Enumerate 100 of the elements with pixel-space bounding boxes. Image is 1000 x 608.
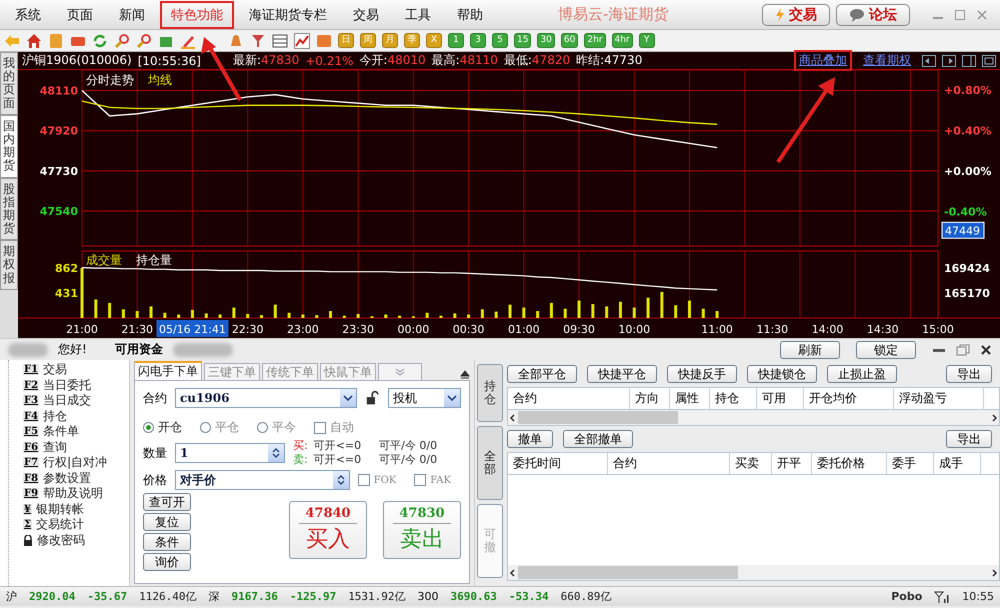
column-header: 买卖: [730, 453, 772, 474]
action-button[interactable]: 查可开: [143, 493, 191, 511]
quote-label: 今开:: [359, 53, 388, 67]
menu-item[interactable]: 交易: [342, 0, 390, 28]
forum-button[interactable]: 论坛: [836, 4, 910, 26]
action-button[interactable]: 复位: [143, 513, 191, 531]
spinner-arrows-icon[interactable]: [332, 471, 349, 489]
function-item[interactable]: 行权|自对冲: [43, 454, 108, 472]
signal-icon[interactable]: [934, 590, 950, 602]
radio-button[interactable]: [143, 422, 154, 433]
side-label: 卖:: [293, 453, 308, 467]
home-icon[interactable]: [26, 32, 42, 48]
function-item[interactable]: 修改密码: [37, 532, 85, 549]
zoom-in-icon[interactable]: [114, 32, 130, 48]
lock-icon[interactable]: [23, 534, 33, 546]
side-tab[interactable]: 国内期货: [0, 114, 18, 178]
menu-item[interactable]: 系统: [4, 0, 52, 28]
menu-item[interactable]: 特色功能: [160, 0, 234, 28]
table-icon[interactable]: [272, 32, 288, 48]
radio-button[interactable]: [257, 422, 268, 433]
menu-item[interactable]: 帮助: [446, 0, 494, 28]
checkbox[interactable]: [314, 422, 326, 434]
order-button[interactable]: 47830 卖出: [383, 501, 461, 559]
menu-item[interactable]: 海证期货专栏: [238, 0, 338, 28]
funnel-icon[interactable]: [250, 32, 266, 48]
position-action-button[interactable]: 快捷平仓: [587, 365, 657, 383]
function-item[interactable]: 交易: [43, 361, 68, 378]
function-item[interactable]: 当日成交: [43, 392, 92, 410]
position-action-button[interactable]: 快捷反手: [667, 365, 737, 383]
horizontal-scrollbar[interactable]: [508, 410, 999, 425]
side-tab[interactable]: 期权报: [0, 240, 18, 290]
action-button[interactable]: 询价: [143, 553, 191, 571]
function-item[interactable]: 当日委托: [43, 376, 92, 394]
menu-item[interactable]: 新闻: [108, 0, 156, 28]
order-tab[interactable]: 闪电手下单: [134, 361, 202, 380]
eject-icon[interactable]: [460, 370, 470, 380]
volume-bar: [480, 309, 484, 318]
order-button[interactable]: 47840 买入: [289, 501, 367, 559]
position-action-button[interactable]: 止损止盈: [827, 365, 897, 383]
action-button[interactable]: 条件: [143, 533, 191, 551]
bell-icon[interactable]: [228, 32, 244, 48]
arrow-right-icon[interactable]: [942, 54, 956, 66]
function-item[interactable]: 参数设置: [43, 470, 92, 487]
function-item[interactable]: 持仓: [43, 408, 68, 425]
hedge-select[interactable]: 投机: [388, 388, 461, 408]
link[interactable]: 商品叠加: [794, 50, 852, 71]
checkbox[interactable]: [414, 474, 426, 486]
order-filter-tab[interactable]: 全部: [477, 426, 503, 500]
maximize-icon[interactable]: [954, 8, 966, 20]
side-tab[interactable]: 股指期货: [0, 178, 18, 240]
export-button[interactable]: 导出: [946, 365, 992, 383]
order-action-button[interactable]: 全部撤单: [563, 430, 633, 448]
position-action-button[interactable]: 快捷锁仓: [747, 365, 817, 383]
index-turnover: 1531.92亿: [348, 589, 406, 604]
trade-button[interactable]: 交易: [762, 4, 830, 26]
more-tabs-button[interactable]: [378, 363, 422, 380]
arrow-left-icon[interactable]: [922, 54, 936, 66]
shortcut-key: ¥: [23, 504, 32, 515]
header-button[interactable]: 刷新: [780, 340, 840, 358]
spinner-arrows-icon[interactable]: [268, 444, 284, 462]
split-view-icon[interactable]: [962, 54, 976, 66]
menu-item[interactable]: 工具: [394, 0, 442, 28]
volume-bar: [591, 304, 594, 318]
column-header: 委手: [887, 453, 934, 474]
unlocked-padlock-icon[interactable]: [365, 390, 380, 406]
order-flag-checkbox[interactable]: FAK: [414, 474, 451, 486]
close-icon[interactable]: [980, 344, 992, 356]
menu-item[interactable]: 页面: [56, 0, 104, 28]
function-item[interactable]: 条件单: [43, 423, 80, 440]
restore-icon[interactable]: [956, 344, 970, 356]
position-action-button[interactable]: 全部平仓: [507, 365, 577, 383]
link[interactable]: 查看期权: [858, 50, 916, 71]
price-spinner[interactable]: 对手价: [175, 470, 350, 490]
positions-tab[interactable]: 持仓: [477, 364, 503, 422]
contract-select[interactable]: cu1906: [175, 388, 358, 408]
function-item[interactable]: 交易统计: [36, 516, 84, 534]
radio-button[interactable]: [200, 422, 211, 433]
function-item[interactable]: 帮助及说明: [43, 485, 104, 502]
shortcut-key: Σ: [23, 519, 32, 530]
function-item[interactable]: 银期转帐: [36, 500, 84, 518]
volume-bar: [550, 302, 553, 318]
quantity-spinner[interactable]: 1: [175, 443, 285, 463]
axis-label: +0.00%: [944, 164, 992, 178]
offset-radio[interactable]: 平今: [257, 419, 296, 436]
side-tab[interactable]: 我的页面: [0, 52, 18, 115]
checkbox[interactable]: [358, 474, 370, 486]
zoom-out-icon[interactable]: [136, 32, 152, 48]
function-item[interactable]: 查询: [43, 438, 68, 456]
horizontal-scrollbar[interactable]: [508, 565, 999, 580]
offset-radio[interactable]: 开仓: [143, 419, 182, 436]
auto-checkbox[interactable]: 自动: [314, 419, 354, 436]
order-action-button[interactable]: 撤单: [507, 430, 553, 448]
offset-radio[interactable]: 平仓: [200, 419, 239, 436]
line-chart-icon[interactable]: [294, 32, 310, 48]
header-button[interactable]: 锁定: [856, 340, 916, 358]
refresh-icon[interactable]: [92, 32, 108, 48]
order-flag-checkbox[interactable]: FOK: [358, 474, 396, 486]
full-view-icon[interactable]: [982, 54, 996, 66]
axis-label: 11:30: [756, 323, 788, 336]
export-button[interactable]: 导出: [946, 430, 992, 448]
